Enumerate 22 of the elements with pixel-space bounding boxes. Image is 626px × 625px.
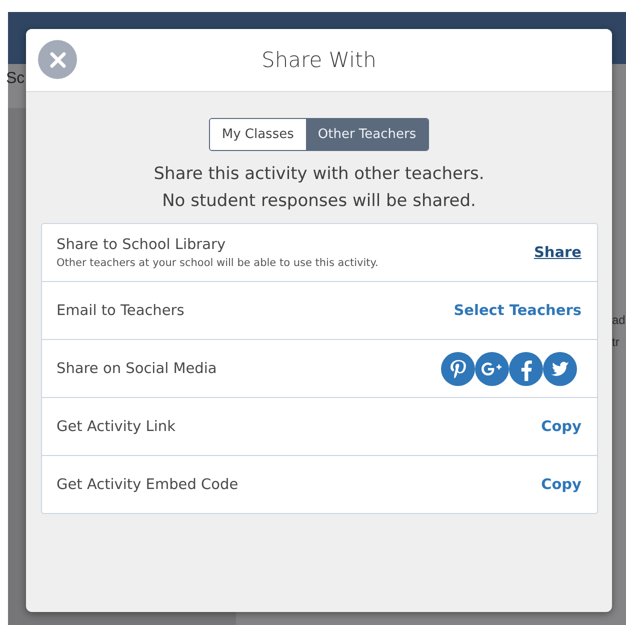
action-link[interactable]: Copy: [541, 476, 582, 492]
google-plus-icon[interactable]: [474, 352, 508, 386]
option-label: Share on Social Media: [56, 360, 217, 376]
toggle-tab[interactable]: Other Teachers: [306, 119, 428, 150]
action-link[interactable]: Copy: [541, 418, 582, 434]
option-label: Get Activity Link: [56, 418, 176, 434]
option-label: Share to School Library: [56, 236, 227, 252]
toggle-tab[interactable]: My Classes: [210, 119, 306, 150]
action-link[interactable]: Share: [534, 244, 582, 260]
pinterest-icon[interactable]: [440, 352, 474, 386]
facebook-icon[interactable]: [508, 352, 542, 386]
background-text: tr: [612, 335, 620, 349]
option-label: Email to Teachers: [56, 302, 184, 318]
option-label: Get Activity Embed Code: [56, 476, 238, 492]
dialog-title: Share With: [260, 48, 378, 72]
action-link[interactable]: Select Teachers: [454, 302, 582, 318]
twitter-icon[interactable]: [542, 352, 576, 386]
close-icon: [50, 52, 66, 68]
info-text: Share this activity with other teachers.: [154, 163, 484, 186]
background-text: ad: [612, 313, 626, 327]
option-description: Other teachers at your school will be able to use this activity.: [56, 256, 378, 268]
info-text: No student responses will be shared.: [162, 190, 476, 213]
